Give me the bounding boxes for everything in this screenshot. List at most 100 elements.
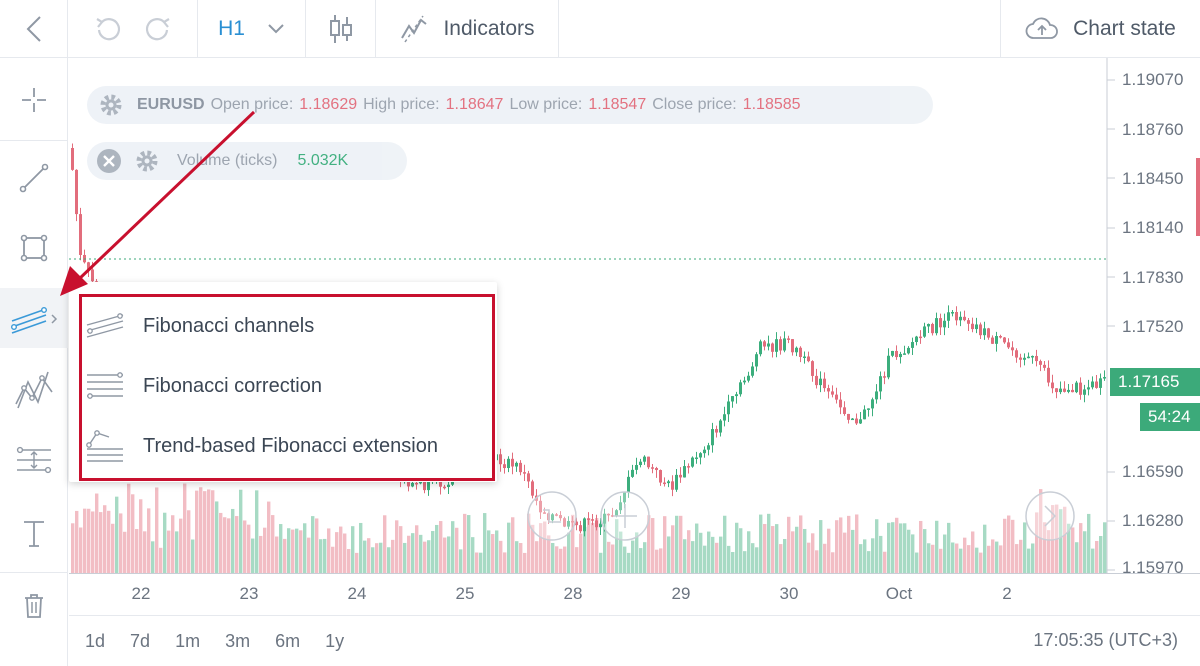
volume-bar: [391, 539, 395, 573]
volume-bar: [91, 511, 95, 573]
volume-bar: [727, 545, 731, 573]
range-3m[interactable]: 3m: [225, 631, 250, 652]
menu-item-fibonacci-correction[interactable]: Fibonacci correction: [79, 356, 493, 416]
range-1m[interactable]: 1m: [175, 631, 200, 652]
menu-item-label: Fibonacci channels: [143, 314, 315, 337]
volume-bar: [915, 552, 919, 573]
volume-bar: [747, 531, 751, 573]
volume-bar: [723, 515, 727, 573]
candle-body: [983, 328, 986, 336]
volume-bar: [395, 520, 399, 573]
volume-bar: [95, 493, 99, 573]
volume-bar: [119, 513, 123, 573]
volume-bar: [1087, 513, 1091, 573]
volume-bar: [355, 552, 359, 573]
text-icon: [24, 521, 44, 547]
redo-button[interactable]: [143, 14, 173, 44]
candle-body: [1015, 350, 1018, 358]
volume-bar: [407, 535, 411, 573]
fib-correction-icon: [87, 372, 123, 399]
candle-body: [643, 456, 646, 462]
volume-bar: [823, 543, 827, 573]
volume-bar: [923, 529, 927, 573]
volume-bar: [151, 541, 155, 573]
crosshair-tool[interactable]: [0, 70, 68, 130]
trend-line-tool[interactable]: [0, 148, 68, 208]
menu-item-fibonacci-channels[interactable]: Fibonacci channels: [79, 296, 493, 356]
close-icon[interactable]: [95, 147, 123, 175]
delete-drawings-button[interactable]: [0, 576, 68, 636]
volume-bar: [295, 528, 299, 573]
volume-bar: [1099, 536, 1103, 573]
volume-bar: [847, 515, 851, 573]
candle-body: [639, 461, 642, 466]
volume-bar: [163, 512, 167, 573]
rectangle-tool[interactable]: [0, 218, 68, 278]
candle-body: [787, 338, 790, 340]
volume-bar: [79, 527, 83, 573]
range-1y[interactable]: 1y: [325, 631, 344, 652]
candle-body: [763, 341, 766, 347]
candle-body: [667, 481, 670, 484]
candle-body: [523, 472, 526, 474]
candle-body: [1099, 378, 1102, 388]
candle-body: [1027, 356, 1030, 359]
volume-bar: [935, 520, 939, 573]
chart-state-button[interactable]: Chart state: [1000, 0, 1200, 58]
volume-bar: [399, 526, 403, 573]
volume-bar: [791, 531, 795, 573]
volume-bar: [475, 552, 479, 573]
candle-body: [443, 486, 446, 489]
candle-body: [791, 339, 794, 353]
range-6m[interactable]: 6m: [275, 631, 300, 652]
candle-body: [911, 342, 914, 348]
date-axis[interactable]: 22 23 24 25 28 29 30 Oct 2: [69, 573, 1200, 616]
volume-bar: [363, 540, 367, 573]
candle-body: [1103, 377, 1106, 379]
gear-icon[interactable]: [97, 91, 125, 119]
price-label: 1.18140: [1122, 218, 1184, 237]
interval-select[interactable]: H1: [198, 0, 306, 58]
measure-icon: [16, 446, 52, 474]
candle-body: [931, 323, 934, 334]
volume-bar: [387, 547, 391, 573]
text-tool[interactable]: [0, 504, 68, 564]
indicators-button[interactable]: Indicators: [376, 0, 559, 58]
candle-body: [939, 318, 942, 328]
candle-body: [627, 476, 630, 493]
volume-bar: [599, 552, 603, 573]
volume-bar: [903, 523, 907, 573]
volume-bar: [323, 538, 327, 573]
gear-icon[interactable]: [133, 147, 161, 175]
volume-bar: [639, 548, 643, 573]
undo-button[interactable]: [93, 14, 123, 44]
candle-body: [1031, 355, 1034, 358]
candle-body: [847, 413, 850, 420]
candle-body: [587, 518, 590, 520]
interval-value: H1: [218, 17, 245, 40]
candle-body: [703, 449, 706, 454]
fibonacci-tool[interactable]: [0, 288, 68, 348]
candle-body: [831, 391, 834, 395]
pattern-tool[interactable]: [0, 360, 68, 420]
volume-bar: [695, 523, 699, 573]
range-7d[interactable]: 7d: [130, 631, 150, 652]
top-toolbar: H1 Indicators Chart state: [0, 0, 1200, 58]
candle-body: [927, 323, 930, 327]
candle-body: [707, 445, 710, 450]
back-button[interactable]: [0, 0, 68, 58]
candle-body: [935, 318, 938, 334]
menu-item-trend-based-fibonacci-extension[interactable]: Trend-based Fibonacci extension: [79, 416, 493, 476]
range-1d[interactable]: 1d: [85, 631, 105, 652]
volume-bar: [567, 532, 571, 573]
candle-body: [1051, 382, 1054, 389]
volume-bar: [663, 516, 667, 573]
measure-tool[interactable]: [0, 430, 68, 490]
volume-bar: [987, 545, 991, 573]
candle-body: [1095, 381, 1098, 388]
open-value: 1.18629: [299, 96, 358, 113]
volume-bar: [967, 545, 971, 573]
volume-bar: [555, 546, 559, 573]
candle-body: [527, 473, 530, 482]
chart-type-button[interactable]: [306, 0, 376, 58]
